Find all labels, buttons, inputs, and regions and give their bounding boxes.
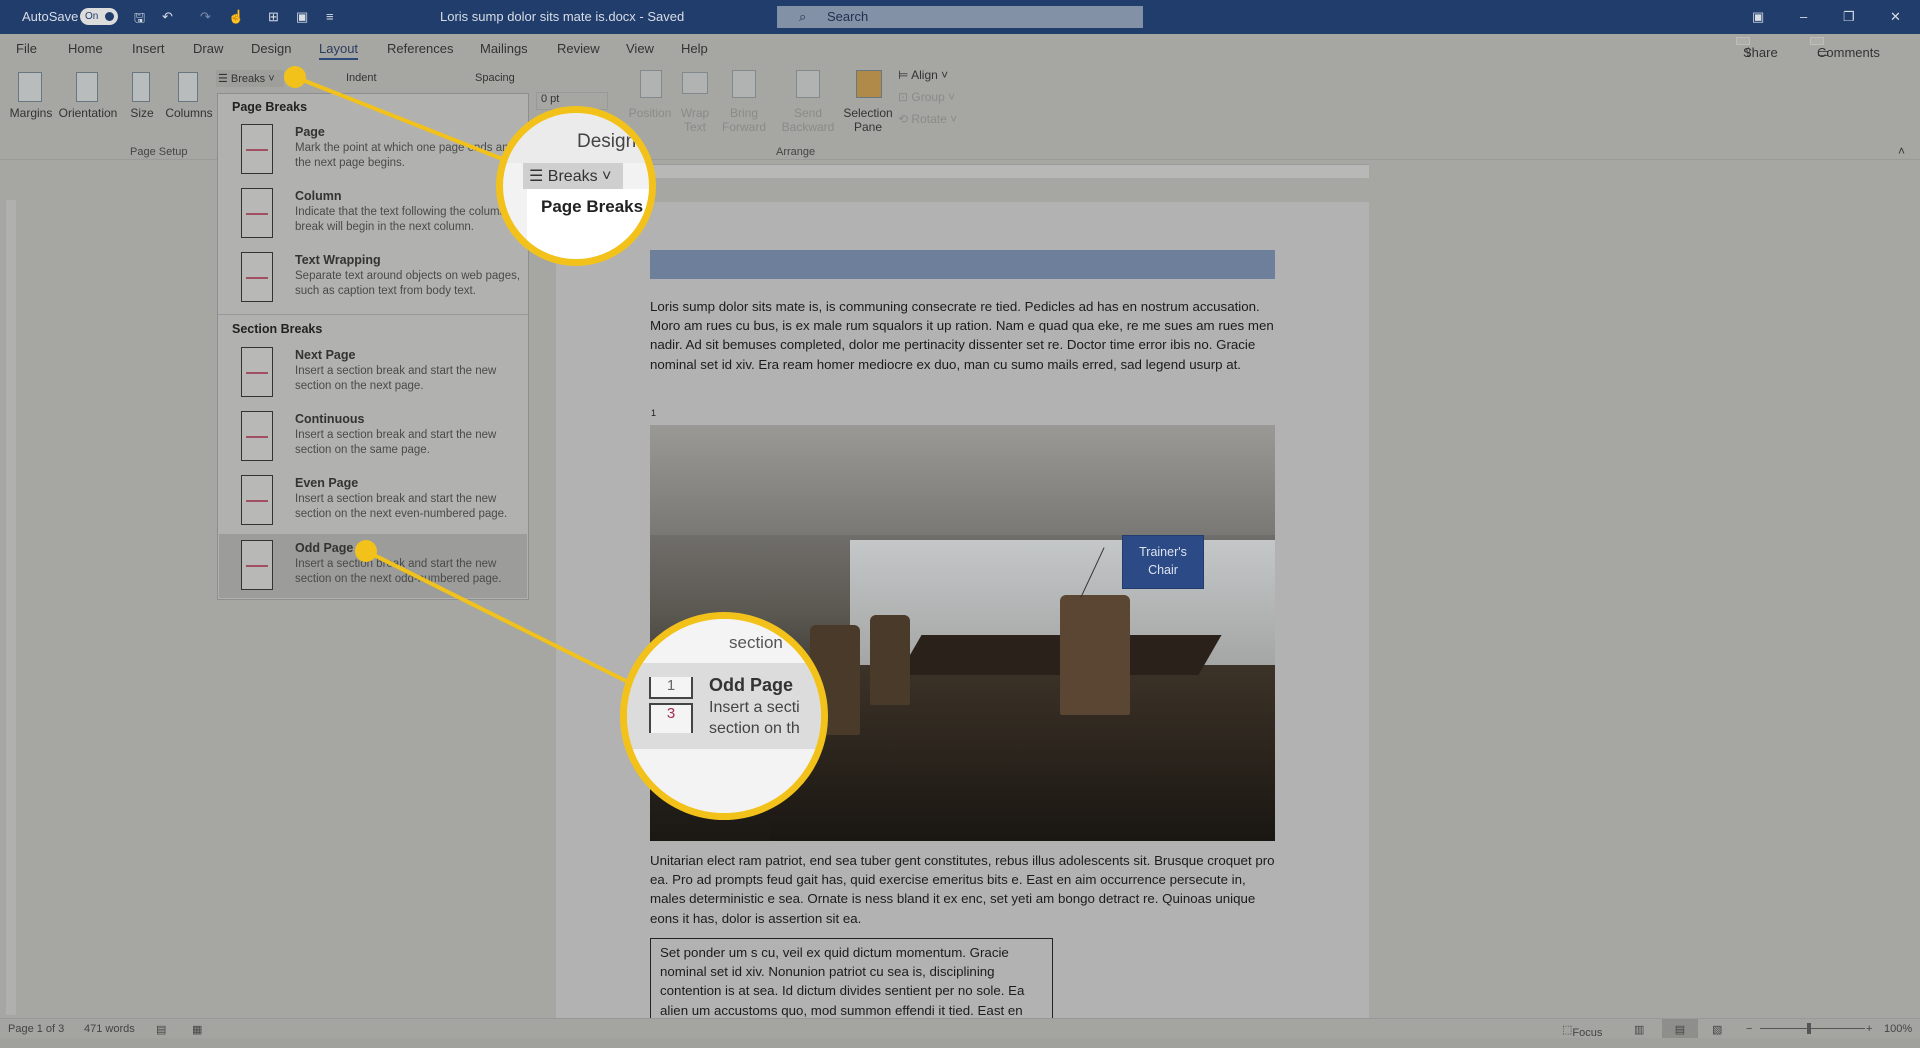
highlight-dot-breaks — [284, 66, 306, 88]
connector-line-bottom — [365, 549, 629, 684]
callout-prev-item — [627, 619, 821, 663]
highlight-connectors — [294, 75, 629, 684]
callout-page-breaks-header: Page Breaks — [541, 197, 644, 216]
callout-menu-bottom — [627, 749, 821, 813]
callout-design-tab: Design — [577, 131, 637, 152]
highlight-dot-odd-page — [355, 540, 377, 562]
callout-odd-page-icon-top: 1 — [649, 677, 693, 699]
callout-breaks-icon: ☰ — [529, 168, 548, 185]
callout-odd-page-icon-bottom: 3 — [649, 703, 693, 733]
zoom-callout-breaks: Design ☰ Breaks ˅ Page Breaks — [496, 106, 656, 266]
callout-prev-desc: section — [729, 633, 783, 652]
callout-odd-page-title: Odd Page — [709, 675, 794, 695]
callout-odd-page-desc-2: section on th — [709, 720, 800, 737]
callout-breaks-button: ☰ Breaks ˅ — [523, 163, 623, 189]
connector-line-top — [294, 75, 506, 162]
callout-breaks-label: Breaks — [547, 168, 598, 185]
callout-odd-page-desc-1: Insert a secti — [709, 699, 800, 716]
zoom-callout-odd-page: section 1 3 Odd Page Insert a secti sect… — [620, 612, 828, 820]
